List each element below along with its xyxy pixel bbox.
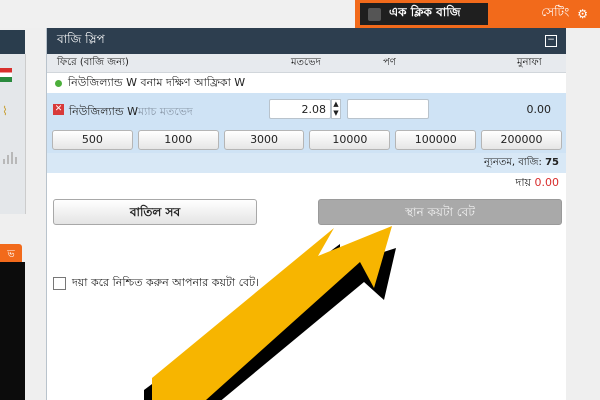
confirm-checkbox[interactable] — [53, 277, 66, 290]
column-stake: পণ — [383, 56, 396, 68]
one-click-label: এক ক্লিক বাজি — [389, 5, 461, 19]
quick-stake-button[interactable]: 500 — [52, 130, 133, 150]
settings-button[interactable]: সেটিং ⚙ — [496, 3, 596, 25]
place-bets-button[interactable]: স্থান কয়টা বেট — [318, 199, 562, 225]
market-row: নিউজিল্যান্ড W বনাম দক্ষিণ আফ্রিকা W — [47, 73, 567, 93]
odds-spinner-icon[interactable]: ▲ ▼ — [331, 99, 341, 119]
flag-icon — [0, 68, 12, 82]
bar-chart-icon[interactable] — [3, 150, 17, 164]
market-name: নিউজিল্যান্ড W বনাম দক্ষিণ আফ্রিকা W — [68, 75, 246, 89]
selection-label: নিউজিল্যান্ড Wম্যাচ মতভেদ — [69, 103, 193, 122]
one-click-checkbox[interactable] — [368, 7, 381, 21]
quick-stake-button[interactable]: 200000 — [481, 130, 562, 150]
bet-slip-panel: বাজি স্লিপ − ফিরে (বাজি জন্য) মতভেদ পণ ম… — [46, 28, 568, 400]
left-dark-header — [0, 30, 25, 56]
quick-stake-button[interactable]: 100000 — [395, 130, 477, 150]
column-profit: মুনাফা — [517, 56, 542, 68]
liability-value: 0.00 — [534, 176, 560, 189]
left-black-panel — [0, 262, 25, 400]
one-click-bet-toggle[interactable]: এক ক্লিক বাজি — [360, 3, 488, 25]
selection-market-type: ম্যাচ মতভেদ — [138, 105, 193, 118]
bet-slip-title: বাজি স্লিপ — [57, 32, 105, 46]
min-bet-value: 75 — [545, 157, 559, 168]
live-dot-icon — [55, 79, 62, 87]
cancel-all-button[interactable]: বাতিল সব — [53, 199, 257, 225]
selection-profit: 0.00 — [526, 103, 552, 116]
quick-stake-button[interactable]: 10000 — [309, 130, 391, 150]
column-headers: ফিরে (বাজি জন্য) মতভেদ পণ মুনাফা — [47, 54, 567, 73]
quick-stake-button[interactable]: 1000 — [137, 130, 219, 150]
liability-row: দায় 0.00 — [47, 173, 567, 193]
min-bet-info: ন্যূনতম, বাজি: 75 — [47, 153, 567, 173]
remove-selection-icon[interactable]: ✕ — [53, 104, 64, 115]
liability-label: দায় — [515, 176, 531, 189]
confirm-bets-option[interactable]: দয়া করে নিশ্চিত করুন আপনার কয়টা বেট। — [53, 274, 259, 293]
column-back-for: ফিরে (বাজি জন্য) — [57, 56, 129, 68]
odds-input[interactable]: 2.08 — [269, 99, 331, 119]
confirm-label: দয়া করে নিশ্চিত করুন আপনার কয়টা বেট। — [72, 276, 260, 289]
bet-slip-header: বাজি স্লিপ − — [47, 28, 567, 54]
min-bet-label: ন্যূনতম, বাজি: — [483, 157, 542, 168]
quick-stake-button[interactable]: 3000 — [223, 130, 305, 150]
line-chart-icon[interactable]: ⌇ — [2, 104, 8, 118]
settings-label: সেটিং — [541, 5, 570, 19]
selection-name: নিউজিল্যান্ড W — [69, 105, 139, 118]
column-odds: মতভেদ — [291, 56, 321, 68]
stake-input[interactable] — [347, 99, 429, 119]
quick-stake-row: 500 1000 3000 10000 100000 200000 — [47, 127, 567, 153]
gear-icon: ⚙ — [577, 7, 588, 21]
collapse-icon[interactable]: − — [545, 35, 557, 47]
selection-row: ✕ নিউজিল্যান্ড Wম্যাচ মতভেদ 2.08 ▲ ▼ 0.00 — [47, 93, 567, 127]
right-background — [566, 28, 600, 400]
action-row: বাতিল সব স্থান কয়টা বেট — [47, 193, 567, 229]
